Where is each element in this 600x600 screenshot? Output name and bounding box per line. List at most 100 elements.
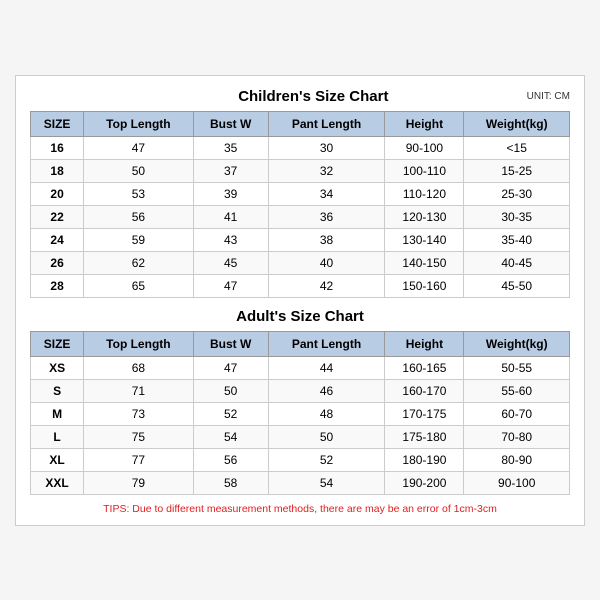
table-cell: 15-25	[464, 159, 570, 182]
table-cell: 28	[31, 274, 84, 297]
table-cell: 160-170	[385, 379, 464, 402]
children-col-top-length: Top Length	[84, 111, 193, 136]
children-title: Children's Size Chart	[100, 88, 527, 105]
table-cell: 90-100	[385, 136, 464, 159]
table-cell: XS	[31, 356, 84, 379]
table-cell: S	[31, 379, 84, 402]
tips-text: TIPS: Due to different measurement metho…	[30, 503, 570, 515]
table-cell: 60-70	[464, 402, 570, 425]
table-cell: 80-90	[464, 448, 570, 471]
table-row: 20533934110-12025-30	[31, 182, 570, 205]
table-cell: 41	[193, 205, 268, 228]
table-cell: XXL	[31, 471, 84, 494]
table-cell: 170-175	[385, 402, 464, 425]
table-cell: 30-35	[464, 205, 570, 228]
adults-col-size: SIZE	[31, 331, 84, 356]
table-cell: 45-50	[464, 274, 570, 297]
table-cell: 175-180	[385, 425, 464, 448]
table-cell: M	[31, 402, 84, 425]
adults-title: Adult's Size Chart	[30, 308, 570, 325]
children-col-bust: Bust W	[193, 111, 268, 136]
table-cell: 79	[84, 471, 193, 494]
table-cell: 40-45	[464, 251, 570, 274]
table-cell: 47	[193, 274, 268, 297]
table-cell: 62	[84, 251, 193, 274]
table-cell: 25-30	[464, 182, 570, 205]
table-row: 18503732100-11015-25	[31, 159, 570, 182]
adults-col-height: Height	[385, 331, 464, 356]
table-cell: 50	[268, 425, 385, 448]
table-cell: 38	[268, 228, 385, 251]
table-cell: 160-165	[385, 356, 464, 379]
table-cell: 120-130	[385, 205, 464, 228]
table-cell: 43	[193, 228, 268, 251]
table-cell: 90-100	[464, 471, 570, 494]
table-cell: 35	[193, 136, 268, 159]
table-cell: 50	[84, 159, 193, 182]
table-cell: 73	[84, 402, 193, 425]
table-cell: 52	[193, 402, 268, 425]
table-cell: 47	[193, 356, 268, 379]
table-cell: 68	[84, 356, 193, 379]
table-cell: 56	[84, 205, 193, 228]
table-cell: 30	[268, 136, 385, 159]
table-cell: 42	[268, 274, 385, 297]
table-cell: 26	[31, 251, 84, 274]
adults-header-row: SIZE Top Length Bust W Pant Length Heigh…	[31, 331, 570, 356]
table-cell: 44	[268, 356, 385, 379]
adults-col-top-length: Top Length	[84, 331, 193, 356]
table-cell: XL	[31, 448, 84, 471]
children-col-height: Height	[385, 111, 464, 136]
table-cell: 150-160	[385, 274, 464, 297]
table-cell: 59	[84, 228, 193, 251]
table-cell: L	[31, 425, 84, 448]
table-row: 28654742150-16045-50	[31, 274, 570, 297]
table-cell: 55-60	[464, 379, 570, 402]
table-row: XXL795854190-20090-100	[31, 471, 570, 494]
children-table: SIZE Top Length Bust W Pant Length Heigh…	[30, 111, 570, 298]
table-cell: 130-140	[385, 228, 464, 251]
table-row: L755450175-18070-80	[31, 425, 570, 448]
adults-col-pant-length: Pant Length	[268, 331, 385, 356]
table-cell: 53	[84, 182, 193, 205]
table-cell: 34	[268, 182, 385, 205]
table-row: 22564136120-13030-35	[31, 205, 570, 228]
table-cell: 47	[84, 136, 193, 159]
table-row: XL775652180-19080-90	[31, 448, 570, 471]
table-cell: 50-55	[464, 356, 570, 379]
table-cell: 32	[268, 159, 385, 182]
table-cell: 65	[84, 274, 193, 297]
table-cell: 48	[268, 402, 385, 425]
table-cell: 18	[31, 159, 84, 182]
table-cell: 22	[31, 205, 84, 228]
chart-container: Children's Size Chart UNIT: CM SIZE Top …	[15, 75, 585, 526]
table-cell: 46	[268, 379, 385, 402]
table-cell: 39	[193, 182, 268, 205]
table-cell: 54	[193, 425, 268, 448]
table-cell: 56	[193, 448, 268, 471]
table-row: 1647353090-100<15	[31, 136, 570, 159]
adults-col-bust: Bust W	[193, 331, 268, 356]
table-cell: 36	[268, 205, 385, 228]
table-row: S715046160-17055-60	[31, 379, 570, 402]
table-cell: 58	[193, 471, 268, 494]
adults-col-weight: Weight(kg)	[464, 331, 570, 356]
table-cell: 71	[84, 379, 193, 402]
table-cell: 75	[84, 425, 193, 448]
table-cell: 54	[268, 471, 385, 494]
table-cell: 70-80	[464, 425, 570, 448]
unit-label: UNIT: CM	[527, 91, 570, 102]
table-cell: <15	[464, 136, 570, 159]
table-cell: 50	[193, 379, 268, 402]
table-row: M735248170-17560-70	[31, 402, 570, 425]
table-row: 26624540140-15040-45	[31, 251, 570, 274]
table-cell: 40	[268, 251, 385, 274]
table-cell: 37	[193, 159, 268, 182]
table-row: XS684744160-16550-55	[31, 356, 570, 379]
table-cell: 140-150	[385, 251, 464, 274]
table-cell: 24	[31, 228, 84, 251]
adults-title-row: Adult's Size Chart	[30, 308, 570, 325]
table-cell: 20	[31, 182, 84, 205]
children-title-row: Children's Size Chart UNIT: CM	[30, 88, 570, 105]
table-cell: 190-200	[385, 471, 464, 494]
